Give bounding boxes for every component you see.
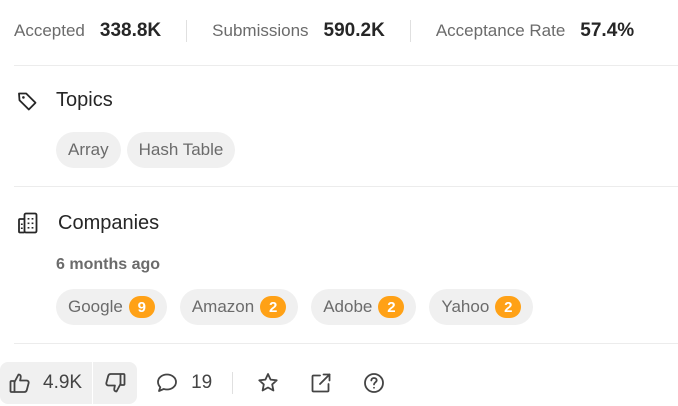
company-tag-adobe[interactable]: Adobe 2	[311, 289, 417, 325]
like-button[interactable]: 4.9K	[0, 362, 92, 404]
action-bar: 4.9K 19	[0, 362, 389, 404]
acceptance-rate-stat: Acceptance Rate 57.4%	[436, 20, 634, 42]
topics-header[interactable]: Topics	[16, 89, 113, 112]
action-divider	[232, 372, 234, 394]
like-count: 4.9K	[43, 372, 83, 393]
dislike-button[interactable]	[93, 362, 137, 404]
comment-count: 19	[191, 372, 213, 393]
divider	[14, 343, 678, 344]
submissions-stat: Submissions 590.2K	[212, 20, 385, 42]
time-period-label: 6 months ago	[56, 256, 161, 273]
company-name: Yahoo	[441, 297, 490, 316]
submissions-value: 590.2K	[323, 20, 385, 41]
comment-icon	[155, 371, 179, 395]
thumbs-down-icon	[103, 371, 127, 395]
stat-divider	[409, 20, 411, 42]
accepted-stat: Accepted 338.8K	[14, 20, 161, 42]
companies-header[interactable]: Companies	[16, 211, 159, 235]
star-icon	[256, 371, 280, 395]
company-count-badge: 9	[128, 296, 155, 318]
topic-tags: Array Hash Table	[56, 132, 241, 168]
divider	[14, 186, 678, 187]
acceptance-rate-value: 57.4%	[580, 20, 635, 41]
submissions-label: Submissions	[212, 21, 309, 40]
help-button[interactable]	[359, 368, 389, 398]
company-name: Amazon	[191, 297, 255, 316]
topics-title: Topics	[56, 89, 113, 111]
stats-bar: Accepted 338.8K Submissions 590.2K Accep…	[14, 14, 634, 48]
company-tag-google[interactable]: Google 9	[56, 289, 167, 325]
comments-button[interactable]: 19	[155, 371, 212, 395]
company-tag-yahoo[interactable]: Yahoo 2	[429, 289, 534, 325]
company-tags: Google 9 Amazon 2 Adobe 2 Yahoo 2	[56, 289, 546, 325]
share-button[interactable]	[306, 368, 336, 398]
company-name: Adobe	[323, 297, 373, 316]
topic-tag-array[interactable]: Array	[56, 132, 121, 168]
divider	[14, 65, 678, 66]
companies-title: Companies	[58, 211, 160, 234]
thumbs-up-icon	[8, 371, 32, 395]
topic-tag-hash-table[interactable]: Hash Table	[126, 132, 236, 168]
company-name: Google	[68, 297, 123, 316]
company-count-badge: 2	[495, 296, 522, 318]
company-count-badge: 2	[378, 296, 405, 318]
vote-group: 4.9K	[0, 362, 138, 404]
company-tag-amazon[interactable]: Amazon 2	[179, 289, 299, 325]
share-icon	[309, 371, 333, 395]
accepted-value: 338.8K	[99, 20, 162, 41]
building-icon	[16, 211, 40, 235]
acceptance-rate-label: Acceptance Rate	[435, 21, 566, 40]
tag-icon	[16, 90, 38, 112]
stat-divider	[186, 20, 188, 42]
accepted-label: Accepted	[14, 21, 85, 40]
company-count-badge: 2	[260, 296, 287, 318]
help-icon	[362, 371, 386, 395]
favorite-button[interactable]	[253, 368, 283, 398]
